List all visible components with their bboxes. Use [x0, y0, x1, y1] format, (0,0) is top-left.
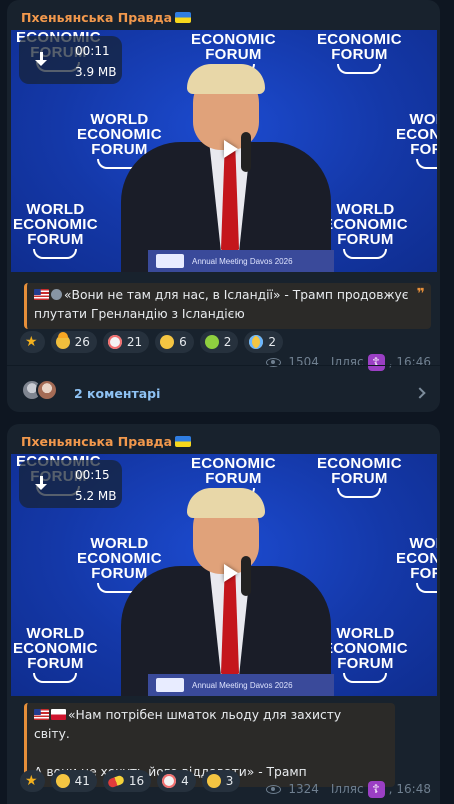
channel-post: Пхеньянська Правда ECONOMIC FORUM ECONOMI…: [7, 424, 440, 804]
reaction-grin[interactable]: 6: [155, 331, 194, 353]
wef-logo: WORLDECONOMICFORUM: [323, 202, 408, 259]
reaction-star[interactable]: ★: [20, 770, 45, 792]
wef-logo: WORLDECONOMICFORUM: [323, 626, 408, 683]
speech-icon: [51, 289, 62, 300]
wef-logo: WORLDECONOMICFORUM: [13, 626, 98, 683]
ukraine-flag-icon: [175, 436, 192, 447]
quote-line: [34, 744, 373, 763]
quote-line: «Вони не там для нас, в Ісландії» - Трам…: [34, 286, 409, 305]
microphone: [241, 556, 251, 596]
reaction-clown[interactable]: 4: [157, 770, 196, 792]
wef-logo: ECONOMICFORUM: [317, 456, 402, 498]
download-icon[interactable]: [35, 476, 49, 492]
play-icon[interactable]: [224, 140, 238, 158]
speaker: [121, 488, 331, 696]
mind-blown-icon: [55, 332, 70, 349]
view-count: 1324: [288, 782, 319, 796]
channel-post: Пхеньянська Правда ECONOMIC FORUM ECONOMI…: [7, 0, 440, 412]
channel-name[interactable]: Пхеньянська Правда: [21, 10, 192, 25]
rofl-icon: [53, 771, 72, 791]
us-flag-icon: [34, 709, 49, 720]
clown-icon: [107, 335, 122, 349]
reactions-bar: ★ 26 21 6 2 2: [20, 331, 284, 353]
comments-count: 2 коментарі: [74, 386, 161, 401]
reaction-grin[interactable]: 3: [201, 770, 241, 792]
podium-banner: Annual Meeting Davos 2026: [148, 250, 334, 272]
reaction-clown[interactable]: 21: [102, 331, 150, 353]
clown-icon: [162, 774, 177, 788]
video-player[interactable]: ECONOMICFORUM ECONOMICFORUM ECONOMICFORU…: [11, 30, 437, 272]
reaction-star[interactable]: ★: [20, 331, 45, 353]
pill-icon: [106, 774, 125, 788]
comments-button[interactable]: 2 коментарі: [7, 366, 440, 412]
grin-icon: [206, 774, 221, 788]
video-size: 5.2 MB: [75, 489, 117, 503]
channel-name[interactable]: Пхеньянська Правда: [21, 434, 192, 449]
download-icon[interactable]: [35, 52, 49, 68]
cry-icon: [249, 335, 264, 349]
play-icon[interactable]: [224, 564, 238, 582]
post-meta: 1324 Ілляс ☦, 16:48: [266, 780, 431, 798]
reaction-rofl[interactable]: 41: [50, 770, 97, 792]
reaction-vomit[interactable]: 2: [199, 331, 239, 353]
video-player[interactable]: ECONOMICFORUM ECONOMICFORUM ECONOMICFORU…: [11, 454, 437, 696]
video-size: 3.9 MB: [75, 65, 117, 79]
video-info-badge[interactable]: 00:11 3.9 MB: [19, 36, 122, 84]
grin-icon: [160, 335, 175, 349]
quote-line: плутати Гренландію з Ісландією: [34, 307, 245, 321]
author-signature: Ілляс: [330, 782, 364, 796]
star-icon: ★: [25, 773, 38, 789]
quote-block: ❞ «Вони не там для нас, в Ісландії» - Тр…: [24, 283, 431, 329]
video-duration: 00:11: [75, 44, 110, 58]
quote-mark-icon: ❞: [416, 286, 425, 302]
reactions-bar: ★ 41 16 4 3: [20, 770, 241, 792]
chevron-right-icon: [414, 387, 426, 399]
wef-logo: WORLDECONOMICFORUM: [396, 112, 437, 169]
cross-icon: ☦: [367, 780, 385, 798]
ukraine-flag-icon: [175, 12, 192, 23]
channel-name-text: Пхеньянська Правда: [21, 434, 173, 449]
wef-logo: WORLDECONOMICFORUM: [13, 202, 98, 259]
vomit-icon: [204, 335, 219, 349]
us-flag-icon: [34, 289, 49, 300]
speaker: [121, 64, 331, 272]
podium-banner: Annual Meeting Davos 2026: [148, 674, 334, 696]
reaction-mind-blown[interactable]: 26: [50, 331, 97, 353]
video-duration: 00:15: [75, 468, 110, 482]
views-icon: [266, 784, 282, 794]
post-time: 16:48: [396, 782, 431, 796]
microphone: [241, 132, 251, 172]
reaction-pill[interactable]: 16: [102, 770, 152, 792]
reaction-cry[interactable]: 2: [244, 331, 284, 353]
wef-logo: WORLDECONOMICFORUM: [396, 536, 437, 593]
star-icon: ★: [25, 334, 38, 350]
video-info-badge[interactable]: 00:15 5.2 MB: [19, 460, 122, 508]
wef-logo: ECONOMICFORUM: [317, 32, 402, 74]
quote-line: «Нам потрібен шматок льоду для захисту с…: [34, 708, 342, 741]
avatar: [36, 379, 58, 401]
commenter-avatars: [21, 379, 61, 401]
channel-name-text: Пхеньянська Правда: [21, 10, 173, 25]
greenland-flag-icon: [51, 709, 66, 720]
